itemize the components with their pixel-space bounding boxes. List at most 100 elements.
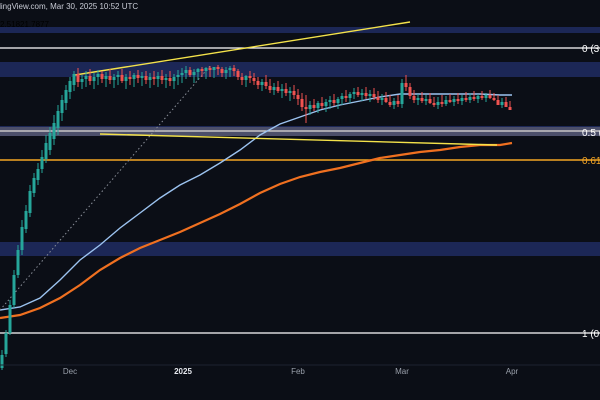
fib-level-group: [0, 47, 600, 334]
candle-body-61: [244, 76, 248, 80]
candle-body-71: [284, 89, 288, 93]
candle-body-27: [108, 76, 112, 80]
candle-body-45: [180, 73, 184, 75]
candle-body-95: [380, 98, 384, 100]
candle-body-20: [80, 79, 84, 82]
x-tick-label-4: Apr: [506, 367, 519, 376]
candle-body-90: [360, 93, 364, 95]
candle-body-123: [492, 98, 496, 100]
header-value-2: 1.7877: [24, 20, 49, 29]
ma-long-line: [0, 141, 513, 320]
candle-body-53: [212, 67, 216, 70]
candle-body-72: [288, 91, 292, 93]
candle-body-98: [392, 101, 396, 105]
blue-zone-group: [0, 27, 600, 256]
candle-body-46: [184, 70, 188, 73]
candle-body-41: [164, 78, 168, 80]
candle-body-19: [76, 74, 80, 82]
candle-body-37: [148, 77, 152, 80]
candle-body-68: [272, 87, 276, 90]
candle-body-70: [280, 89, 284, 91]
candle-body-33: [132, 75, 136, 79]
candle-body-75: [300, 99, 304, 107]
header-values: 2.51821.7877: [0, 19, 49, 31]
candle-body-101: [404, 83, 408, 87]
candle-body-21: [84, 76, 88, 79]
candle-body-105: [420, 98, 424, 101]
candle-body-102: [408, 87, 412, 96]
candle-body-69: [276, 87, 280, 91]
candle-body-114: [456, 99, 460, 101]
candle-body-39: [156, 76, 160, 79]
candle-body-94: [376, 97, 380, 100]
candle-body-12: [48, 133, 52, 150]
candle-body-78: [312, 105, 316, 108]
candle-body-30: [120, 75, 124, 81]
candle-body-81: [324, 102, 328, 106]
candle-body-83: [332, 100, 336, 103]
candle-body-64: [256, 81, 260, 85]
candle-body-16: [64, 90, 68, 103]
candle-body-7: [28, 191, 32, 213]
candle-body-60: [240, 77, 244, 80]
candle-body-111: [444, 100, 448, 104]
chart-header: adingView.com, Mar 30, 2025 10:52 UTC: [0, 0, 138, 13]
candle-body-66: [264, 82, 268, 86]
candle-body-85: [340, 96, 344, 99]
candle-group: [0, 65, 512, 370]
candle-body-2: [8, 305, 12, 333]
candle-body-127: [508, 107, 512, 110]
candle-body-99: [396, 101, 400, 104]
candle-body-77: [308, 105, 312, 109]
candle-body-112: [448, 100, 452, 102]
candle-body-38: [152, 77, 156, 79]
candle-body-58: [232, 68, 236, 71]
candle-body-82: [328, 100, 332, 102]
candle-body-36: [144, 76, 148, 80]
candle-body-14: [56, 111, 60, 128]
candle-body-23: [92, 77, 96, 81]
candle-body-50: [200, 69, 204, 71]
candle-body-84: [336, 99, 340, 103]
candle-body-120: [480, 96, 484, 98]
candle-body-124: [496, 100, 500, 105]
chart-stage: 0 (3 0.5 (1 0.618 (1 1 (0 Dec 2025 Feb Mar Apr a…: [0, 0, 600, 400]
label-group: 0 (3 0.5 (1 0.618 (1 1 (0 Dec 2025 Feb Mar Apr: [0, 44, 600, 376]
candle-body-104: [416, 98, 420, 100]
candle-body-44: [176, 75, 180, 77]
candle-body-4: [16, 250, 20, 275]
candle-body-109: [436, 102, 440, 105]
candle-body-122: [488, 95, 492, 98]
candle-body-5: [20, 227, 24, 250]
candle-body-6: [24, 211, 28, 229]
price-chart: 0 (3 0.5 (1 0.618 (1 1 (0 Dec 2025 Feb Mar Apr: [0, 21, 600, 376]
candle-body-17: [68, 81, 72, 92]
candle-body-3: [12, 275, 16, 305]
candle-body-43: [172, 77, 176, 81]
candle-body-48: [192, 72, 196, 75]
candle-body-29: [116, 75, 120, 77]
candle-body-51: [204, 68, 208, 71]
candle-body-49: [196, 69, 200, 72]
candle-body-91: [364, 93, 368, 96]
candle-body-56: [224, 70, 228, 73]
candle-body-32: [128, 77, 132, 79]
header-value-1: 2.5182: [0, 20, 25, 29]
candle-body-115: [460, 98, 464, 101]
trend-dotted-line: [0, 65, 211, 311]
candle-body-107: [428, 99, 432, 103]
candle-body-55: [220, 69, 224, 73]
candle-body-96: [384, 98, 388, 102]
candle-body-76: [304, 107, 308, 109]
candle-body-10: [40, 157, 44, 169]
candle-body-9: [36, 169, 40, 180]
x-tick-label-1: 2025: [174, 367, 192, 376]
candle-body-54: [216, 67, 220, 69]
fib-label-1: 0.5 (1: [582, 128, 600, 139]
blue-zone-0: [0, 27, 600, 33]
fib-label-2: 0.618 (1: [582, 156, 600, 167]
candle-body-118: [472, 97, 476, 99]
candle-body-25: [100, 74, 104, 79]
candle-body-74: [296, 95, 300, 99]
candle-body-42: [168, 78, 172, 81]
